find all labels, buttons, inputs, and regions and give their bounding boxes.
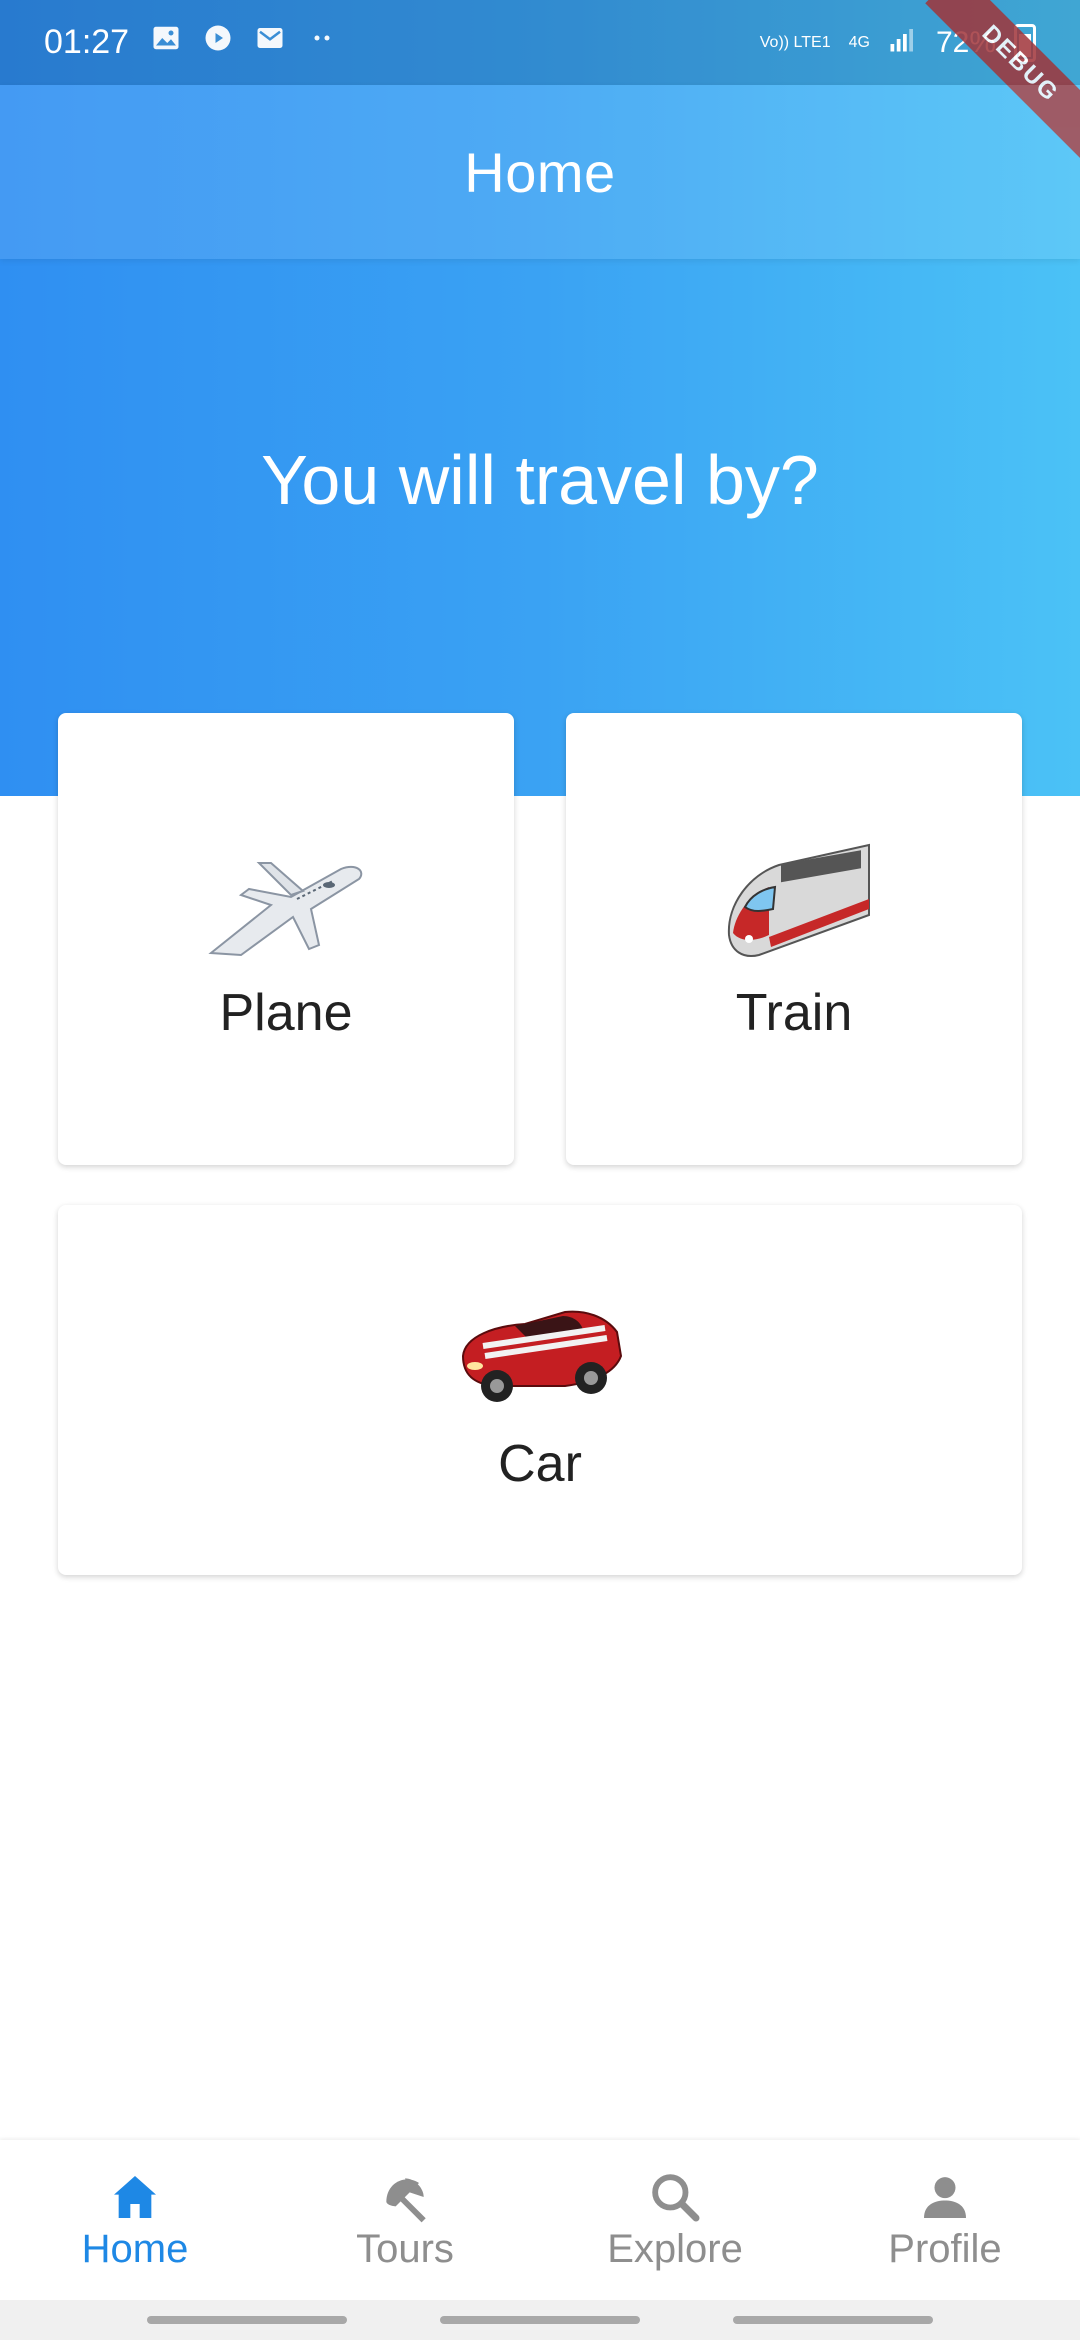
system-home-handle[interactable] xyxy=(439,2316,640,2324)
option-label-plane: Plane xyxy=(219,984,353,1042)
option-card-car[interactable]: Car xyxy=(58,1205,1022,1575)
page-title: Home xyxy=(464,140,616,204)
plane-icon xyxy=(208,862,363,957)
option-card-plane[interactable]: Plane xyxy=(58,713,514,1165)
mail-icon xyxy=(255,23,285,62)
home-icon xyxy=(114,2175,156,2218)
play-circle-icon xyxy=(203,23,233,62)
signal-icon xyxy=(888,24,918,62)
person-icon xyxy=(924,2176,966,2218)
nav-label-explore: Explore xyxy=(607,2226,743,2271)
more-dots-icon xyxy=(307,23,337,62)
nav-item-explore[interactable]: Explore xyxy=(540,2140,810,2300)
train-icon xyxy=(727,843,870,957)
nav-item-profile[interactable]: Profile xyxy=(810,2140,1080,2300)
beach-umbrella-icon xyxy=(386,2177,426,2222)
status-time: 01:27 xyxy=(44,23,130,61)
signal-type: 4G xyxy=(848,33,870,51)
option-label-train: Train xyxy=(735,984,853,1042)
nav-item-home[interactable]: Home xyxy=(0,2140,270,2300)
network-indicator: Vo)) LTE1 xyxy=(759,33,831,51)
system-navigation-bar xyxy=(0,2300,1080,2340)
car-icon xyxy=(461,1310,623,1402)
image-icon xyxy=(151,23,181,62)
option-label-car: Car xyxy=(498,1435,582,1493)
system-recent-apps-handle[interactable] xyxy=(146,2316,347,2324)
system-back-handle[interactable] xyxy=(733,2316,934,2324)
app-bar: Home xyxy=(0,85,1080,259)
nav-item-tours[interactable]: Tours xyxy=(270,2140,540,2300)
search-icon xyxy=(652,2173,700,2221)
bottom-navigation: Home Tours Explore Profile xyxy=(0,2140,1080,2300)
nav-label-tours: Tours xyxy=(356,2226,454,2271)
hero-title: You will travel by? xyxy=(261,441,819,519)
nav-label-home: Home xyxy=(81,2226,189,2271)
option-card-train[interactable]: Train xyxy=(566,713,1022,1165)
status-bar: 01:27 Vo)) LTE1 4G 72% xyxy=(0,0,1080,85)
nav-label-profile: Profile xyxy=(888,2226,1002,2271)
